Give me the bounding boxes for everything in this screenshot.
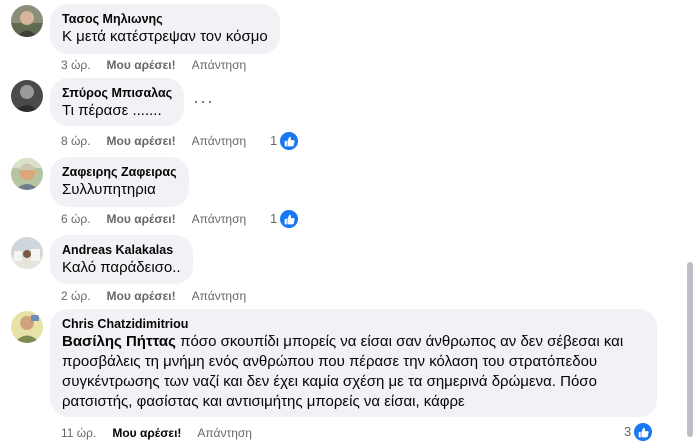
comment-time[interactable]: 3 ώρ. <box>61 57 91 73</box>
thumbs-up-icon <box>633 422 654 442</box>
reaction-count: 1 <box>270 133 278 148</box>
comment-text: Κ μετά κατέστρεψαν τον κόσμο <box>62 28 268 45</box>
reaction-summary[interactable]: 1 <box>270 131 300 151</box>
reply-button[interactable]: Απάντηση <box>192 57 247 73</box>
comment-actions: 6 ώρ. Μου αρέσει! Απάντηση <box>61 211 246 227</box>
reaction-count: 3 <box>624 424 632 439</box>
comment-actions: 11 ώρ. Μου αρέσει! Απάντηση <box>61 425 252 441</box>
avatar[interactable] <box>11 158 43 190</box>
comment-time[interactable]: 11 ώρ. <box>61 425 96 441</box>
comment-time[interactable]: 6 ώρ. <box>61 211 91 227</box>
comment-time[interactable]: 8 ώρ. <box>61 133 91 149</box>
comment-author[interactable]: Chris Chatzidimitriou <box>62 316 645 332</box>
comment-author[interactable]: Ζαφειρης Ζαφειρας <box>62 164 177 180</box>
comment-actions: 8 ώρ. Μου αρέσει! Απάντηση <box>61 133 246 149</box>
reaction-summary[interactable]: 3 <box>624 422 654 442</box>
comment-author[interactable]: Τασος Μηλιωνης <box>62 11 268 27</box>
comment-bubble: Ζαφειρης Ζαφειρας Συλλυπητηρια <box>50 157 189 207</box>
comment-bubble: Chris Chatzidimitriou Βασίλης Πήττας πόσ… <box>50 309 657 417</box>
like-button[interactable]: Μου αρέσει! <box>107 288 176 304</box>
thumbs-up-icon <box>279 131 300 151</box>
like-button[interactable]: Μου αρέσει! <box>107 133 176 149</box>
comment-bubble: Σπύρος Μπισαλας Τι πέρασε ....... <box>50 78 185 126</box>
comment-actions: 3 ώρ. Μου αρέσει! Απάντηση <box>61 57 246 73</box>
mention-link[interactable]: Βασίλης Πήττας <box>62 333 176 350</box>
avatar[interactable] <box>11 5 43 37</box>
comment-text: Τι πέρασε ....... <box>62 102 162 119</box>
avatar[interactable] <box>11 311 43 343</box>
thumbs-up-icon <box>279 209 300 229</box>
avatar[interactable] <box>11 237 43 269</box>
comment-text: Καλό παράδεισο.. <box>62 259 181 276</box>
avatar[interactable] <box>11 80 43 112</box>
comment-actions: 2 ώρ. Μου αρέσει! Απάντηση <box>61 288 246 304</box>
comment-author[interactable]: Andreas Kalakalas <box>62 242 181 258</box>
like-button[interactable]: Μου αρέσει! <box>112 425 181 441</box>
comment-bubble: Andreas Kalakalas Καλό παράδεισο.. <box>50 235 193 284</box>
reply-button[interactable]: Απάντηση <box>192 133 247 149</box>
scrollbar[interactable] <box>687 262 693 437</box>
comment-bubble: Τασος Μηλιωνης Κ μετά κατέστρεψαν τον κό… <box>50 4 280 54</box>
comment-text: Συλλυπητηρια <box>62 181 156 198</box>
reply-button[interactable]: Απάντηση <box>192 288 247 304</box>
reaction-count: 1 <box>270 211 278 226</box>
comment-time[interactable]: 2 ώρ. <box>61 288 91 304</box>
reply-button[interactable]: Απάντηση <box>197 425 252 441</box>
more-options-icon[interactable]: ··· <box>193 92 214 110</box>
reply-button[interactable]: Απάντηση <box>192 211 247 227</box>
comment-author[interactable]: Σπύρος Μπισαλας <box>62 85 172 101</box>
reaction-summary[interactable]: 1 <box>270 209 300 229</box>
like-button[interactable]: Μου αρέσει! <box>107 211 176 227</box>
like-button[interactable]: Μου αρέσει! <box>107 57 176 73</box>
comment-text: Βασίλης Πήττας πόσο σκουπίδι μπορείς να … <box>62 332 645 412</box>
